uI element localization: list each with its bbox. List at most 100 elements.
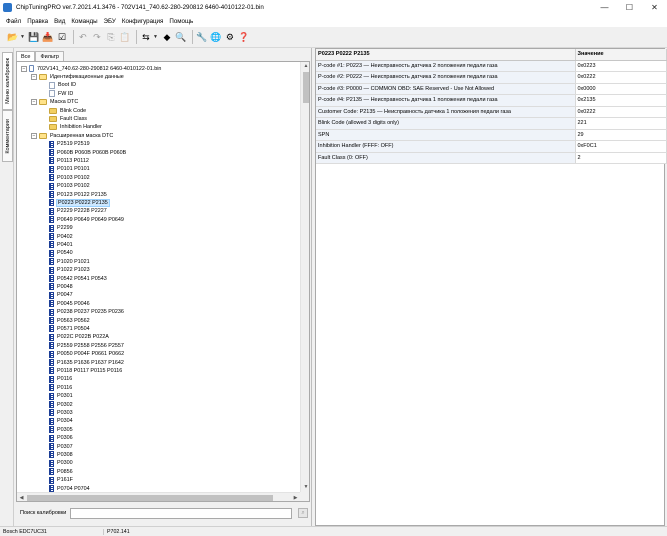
dtc-icon (49, 317, 54, 324)
table-row[interactable]: Fault Class (0: OFF) 2 (316, 152, 667, 164)
tab-filter[interactable]: Фильтр (35, 51, 64, 61)
scroll-left-arrow-icon[interactable]: ◀ (17, 493, 26, 501)
calibration-tree-box: −702V141_740.62-280-290812 6460-4010122-… (16, 61, 310, 502)
dtc-icon (49, 241, 54, 249)
compare-icon[interactable]: ⇆ (140, 30, 152, 45)
table-row[interactable]: P-code #1: P0223 — Неисправность датчика… (316, 60, 667, 72)
checksum-icon[interactable]: ☑ (56, 30, 68, 45)
scroll-up-arrow-icon[interactable]: ▲ (301, 62, 309, 71)
open-icon[interactable]: 📂 (7, 30, 19, 45)
folder-open-icon (39, 132, 47, 139)
search-button[interactable]: ⌕ (298, 508, 308, 518)
tree-node[interactable]: P0704 P0704 (41, 484, 91, 492)
maximize-button[interactable]: ☐ (617, 0, 642, 15)
parameter-value-cell[interactable]: 2 (575, 152, 667, 164)
file-icon (29, 65, 34, 72)
menu-item[interactable]: Файл (3, 18, 24, 25)
scroll-corner (300, 492, 309, 501)
web-update-icon[interactable]: 🌐 (210, 30, 222, 45)
copy-icon[interactable]: ⎘ (105, 30, 117, 45)
save-icon[interactable]: 💾 (28, 30, 40, 45)
dtc-icon (49, 459, 54, 467)
dtc-icon (49, 434, 54, 442)
menu-item[interactable]: ЭБУ (101, 18, 119, 25)
dtc-icon (49, 300, 54, 308)
tab-comments[interactable]: Комментарии (2, 110, 13, 162)
column-header-value[interactable]: Значение (575, 49, 667, 61)
tree-node-label: P0303 (57, 409, 73, 416)
collapse-toggle-icon[interactable]: − (31, 99, 37, 106)
scroll-down-arrow-icon[interactable]: ▼ (301, 483, 309, 492)
parameter-value-cell[interactable]: 29 (575, 129, 667, 141)
dtc-icon (49, 443, 54, 450)
close-button[interactable]: ✕ (642, 0, 667, 15)
menu-item[interactable]: Команды (68, 18, 100, 25)
table-row[interactable]: Blink Code (allowed 3 digits only) 221 (316, 117, 667, 130)
status-bar: Bosch EDC7UC31 P702.141 (0, 526, 667, 536)
settings-icon[interactable]: ⚙ (224, 30, 236, 45)
parameter-value-cell[interactable]: 221 (575, 117, 667, 130)
calibration-panel: Все Фильтр −702V141_740.62-280-290812 64… (14, 48, 312, 526)
collapse-toggle-icon[interactable]: − (31, 132, 37, 139)
table-row[interactable]: SPN 29 (316, 129, 667, 141)
table-row[interactable]: Inhibition Handler (FFFF: OFF) 0xF0C1 (316, 140, 667, 153)
parameter-value-cell[interactable]: 0xF0C1 (575, 140, 667, 153)
tree-node-label: P0050 P004F P0661 P0662 (57, 351, 125, 358)
menu-item[interactable]: Помощь (166, 18, 196, 25)
tree-node-label: FW ID (58, 90, 74, 97)
dropdown-arrow-icon[interactable]: ▼ (153, 34, 158, 40)
tree-node-label: P0402 (57, 233, 73, 240)
tree-node-label: P0045 P0046 (57, 300, 90, 307)
menu-item[interactable]: Конфигурация (119, 18, 167, 25)
dtc-icon (49, 275, 54, 282)
minimize-button[interactable]: — (592, 0, 617, 15)
calibration-search-input[interactable] (70, 507, 293, 519)
collapse-toggle-icon[interactable]: − (31, 73, 37, 80)
tree-vertical-scroll-thumb[interactable] (303, 72, 309, 103)
scroll-right-arrow-icon[interactable]: ▶ (291, 493, 300, 501)
parameter-value-cell[interactable]: 0x0223 (575, 60, 667, 72)
tree-node-label: P0308 (57, 451, 73, 458)
parameter-value-cell[interactable]: 0x0000 (575, 83, 667, 95)
tab-calibration-menu[interactable]: Меню калибровок (2, 52, 13, 110)
tree-horizontal-scrollbar[interactable]: ◀ ▶ (17, 492, 300, 501)
parameter-value-cell[interactable]: 0x0222 (575, 106, 667, 118)
tree-node-label: Идентификационные данные (50, 73, 124, 80)
undo-icon[interactable]: ↶ (77, 30, 89, 45)
parameter-name-cell: Fault Class (0: OFF) (316, 152, 576, 164)
parameter-value-cell[interactable]: 0x0222 (575, 71, 667, 84)
dtc-icon (49, 375, 54, 383)
folder-icon (49, 115, 57, 122)
tree-horizontal-scroll-thumb[interactable] (27, 495, 273, 501)
dtc-icon (49, 233, 54, 240)
help-icon[interactable]: ❓ (238, 30, 250, 45)
tree-node-label: Расширенная маска DTC (50, 132, 114, 139)
search-icon[interactable]: 🔍 (175, 30, 187, 45)
dtc-icon (49, 283, 54, 291)
table-row[interactable]: Customer Code: P2135 — Неисправность дат… (316, 106, 667, 118)
tab-all[interactable]: Все (16, 51, 36, 61)
tab-comments-label: Комментарии (4, 118, 11, 154)
paste-icon[interactable]: 📋 (119, 30, 131, 45)
dropdown-arrow-icon[interactable]: ▼ (20, 34, 25, 40)
app-icon (3, 3, 12, 12)
dtc-icon (49, 485, 54, 492)
menu-item[interactable]: Вид (51, 18, 68, 25)
table-row[interactable]: P-code #3: P0000 — COMMON OBD: SAE Reser… (316, 83, 667, 95)
dtc-icon (49, 149, 54, 156)
navigate-icon[interactable]: ◆ (161, 30, 173, 45)
tree-node-label: P0223 P0222 P2135 (56, 198, 110, 207)
tree-node-label: P0103 P0102 (57, 174, 90, 181)
collapse-toggle-icon[interactable]: − (21, 65, 27, 72)
tree-node-label: P0113 P0112 (57, 157, 89, 164)
parameter-value-cell[interactable]: 0x2135 (575, 94, 667, 107)
table-row[interactable]: P-code #4: P2135 — Неисправность датчика… (316, 94, 667, 107)
menu-item[interactable]: Правка (24, 18, 51, 25)
save-as-icon[interactable]: 📥 (42, 30, 54, 45)
tree-vertical-scrollbar[interactable]: ▲ ▼ (300, 62, 309, 492)
column-header-parameter[interactable]: P0223 P0222 P2135 (316, 49, 576, 61)
table-row[interactable]: P-code #2: P0222 — Неисправность датчика… (316, 71, 667, 84)
tools-icon[interactable]: 🔧 (196, 30, 208, 45)
tree-node-label: 702V141_740.62-280-290812 6460-4010122-0… (37, 65, 162, 72)
redo-icon[interactable]: ↷ (91, 30, 103, 45)
